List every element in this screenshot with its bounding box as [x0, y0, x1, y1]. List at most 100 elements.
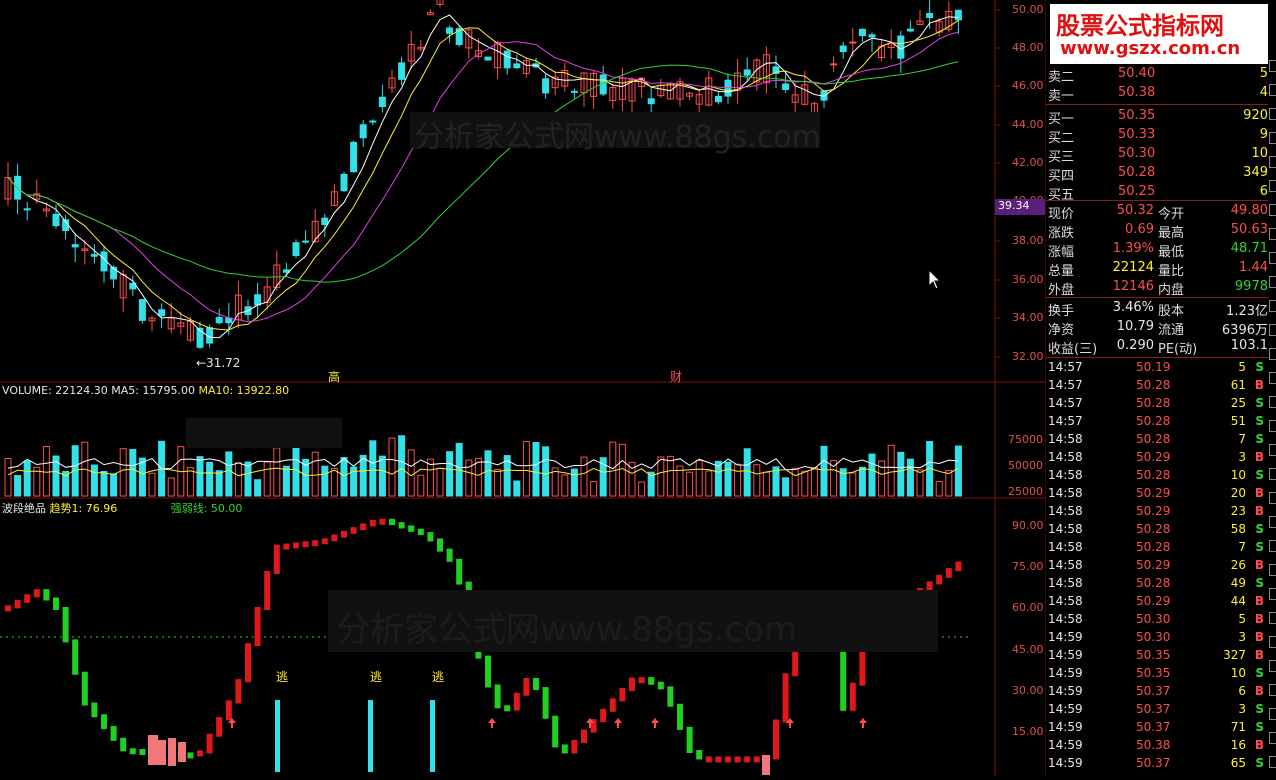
- fundamental-label: 净资: [1048, 323, 1075, 338]
- toolbar-button[interactable]: [1269, 588, 1276, 600]
- tick-price: 50.35: [1136, 666, 1171, 680]
- tick-side: S: [1255, 360, 1264, 374]
- toolbar-button[interactable]: [1269, 84, 1276, 96]
- price-axis-tick: 38.00: [1012, 234, 1044, 247]
- indicator-bar: [725, 756, 731, 763]
- toolbar-button[interactable]: [1269, 708, 1276, 720]
- toolbar-button[interactable]: [1269, 156, 1276, 168]
- toolbar-button[interactable]: [1269, 324, 1276, 336]
- buy-arrow-icon: [859, 718, 867, 728]
- toolbar-button[interactable]: [1269, 252, 1276, 264]
- toolbar-button[interactable]: [1269, 60, 1276, 72]
- tick-side: B: [1254, 738, 1264, 752]
- toolbar-button[interactable]: [1269, 228, 1276, 240]
- volume-bar: [570, 468, 578, 497]
- toolbar-button[interactable]: [1269, 612, 1276, 624]
- toolbar-button[interactable]: [1269, 444, 1276, 456]
- toolbar-button[interactable]: [1269, 492, 1276, 504]
- tick-time: 14:58: [1048, 522, 1083, 536]
- tick-row: 14:59 50.35 10 S: [1046, 666, 1268, 684]
- tick-row: 14:58 50.28 7 S: [1046, 540, 1268, 558]
- toolbar-button[interactable]: [1269, 132, 1276, 144]
- volume-bar: [868, 453, 876, 497]
- volume-bar: [810, 467, 818, 497]
- indicator-axis-tick: 90.00: [1012, 519, 1044, 532]
- volume-bar: [4, 457, 12, 497]
- tick-side: S: [1255, 468, 1264, 482]
- side-toolbar[interactable]: [1269, 60, 1276, 780]
- indicator-bar: [24, 594, 31, 603]
- escape-signal: 逃: [432, 670, 445, 684]
- toolbar-button[interactable]: [1269, 468, 1276, 480]
- indicator-bar: [398, 522, 405, 529]
- candle-body: [906, 28, 914, 32]
- order-volume: 4: [1259, 85, 1268, 100]
- quote-label: 最低: [1158, 245, 1185, 260]
- indicator-header: 波段绝品 趋势1: 76.96 强弱线: 50.00: [2, 500, 242, 516]
- indicator-bar: [504, 705, 511, 712]
- indicator-bar: [446, 548, 453, 562]
- order-book-row: 买四 50.28 349: [1046, 165, 1268, 184]
- toolbar-button[interactable]: [1269, 660, 1276, 672]
- volume-bar: [321, 465, 329, 497]
- tick-side: B: [1254, 684, 1264, 698]
- toolbar-button[interactable]: [1269, 372, 1276, 384]
- toolbar-button[interactable]: [1269, 348, 1276, 360]
- volume-bar: [945, 470, 953, 497]
- candle-body: [570, 90, 578, 93]
- volume-bar: [340, 457, 348, 497]
- quote-row: 外盘 12146 内盘 9978: [1046, 279, 1268, 298]
- toolbar-button[interactable]: [1269, 108, 1276, 120]
- candle-body: [52, 213, 60, 227]
- tick-time: 14:57: [1048, 414, 1083, 428]
- indicator-bar: [542, 687, 549, 719]
- order-book-row: 买三 50.30 10: [1046, 146, 1268, 165]
- volume-bar: [705, 470, 713, 497]
- price-axis-tick: 46.00: [1012, 79, 1044, 92]
- quote-value: 1.44: [1239, 260, 1268, 275]
- indicator-bar: [331, 534, 338, 542]
- tick-row: 14:58 50.29 23 B: [1046, 504, 1268, 522]
- indicator-bar: [321, 538, 328, 545]
- volume-bar: [782, 477, 790, 497]
- fundamental-value: 1.23亿: [1226, 304, 1268, 319]
- indicator-bar: [609, 698, 616, 712]
- toolbar-button[interactable]: [1269, 636, 1276, 648]
- tick-time: 14:58: [1048, 432, 1083, 446]
- tick-volume: 7: [1238, 540, 1246, 554]
- escape-bar: [275, 700, 280, 772]
- watermark-box: 分析家公式网www.88gs.com: [410, 112, 821, 155]
- indicator-bar: [129, 748, 136, 755]
- toolbar-button[interactable]: [1269, 564, 1276, 576]
- toolbar-button[interactable]: [1269, 756, 1276, 768]
- toolbar-button[interactable]: [1269, 396, 1276, 408]
- low-price-marker: ←31.72: [196, 356, 241, 370]
- candle-body: [378, 96, 386, 108]
- tick-volume: 3: [1238, 630, 1246, 644]
- volume-bar: [196, 456, 204, 497]
- volume-bar: [119, 448, 127, 497]
- order-volume: 5: [1259, 66, 1268, 81]
- indicator-bar: [619, 688, 626, 702]
- candle-body: [503, 50, 511, 69]
- volume-bar: [388, 437, 396, 497]
- indicator-bar: [657, 681, 664, 690]
- toolbar-button[interactable]: [1269, 516, 1276, 528]
- volume-bar: [378, 455, 386, 497]
- indicator-bar: [782, 673, 789, 723]
- toolbar-button[interactable]: [1269, 180, 1276, 192]
- volume-bar: [849, 472, 857, 497]
- toolbar-button[interactable]: [1269, 420, 1276, 432]
- toolbar-button[interactable]: [1269, 684, 1276, 696]
- toolbar-button[interactable]: [1269, 204, 1276, 216]
- tick-side: B: [1254, 648, 1264, 662]
- quote-label: 外盘: [1048, 283, 1075, 298]
- toolbar-button[interactable]: [1269, 540, 1276, 552]
- candle-body: [302, 240, 310, 243]
- tick-side: S: [1255, 756, 1264, 770]
- toolbar-button[interactable]: [1269, 300, 1276, 312]
- toolbar-button[interactable]: [1269, 732, 1276, 744]
- tick-price: 50.28: [1136, 432, 1171, 446]
- indicator-bar: [849, 682, 856, 711]
- toolbar-button[interactable]: [1269, 276, 1276, 288]
